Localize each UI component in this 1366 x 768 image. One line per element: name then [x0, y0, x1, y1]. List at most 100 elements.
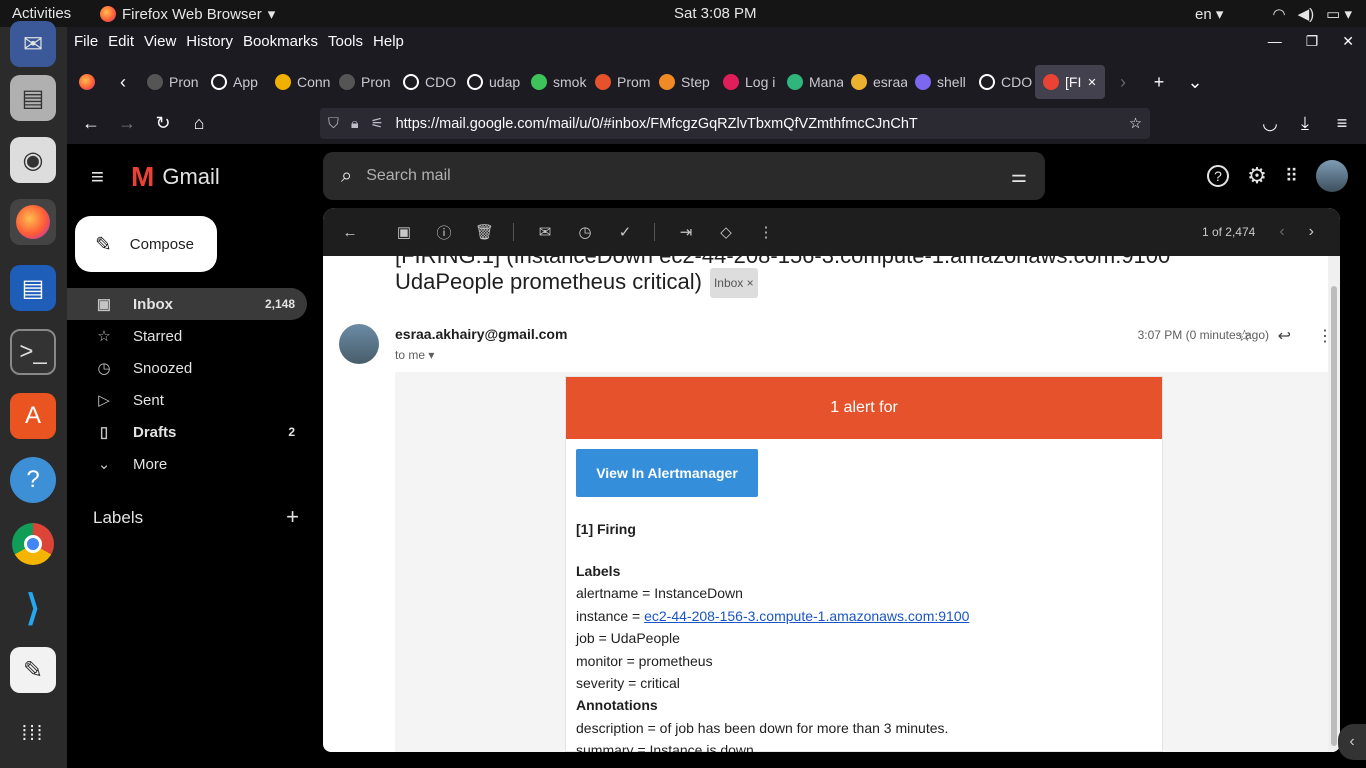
- newer-chevron-icon[interactable]: ‹: [1279, 223, 1284, 241]
- menu-history[interactable]: History: [186, 33, 233, 50]
- message-scrollbar[interactable]: [1328, 256, 1340, 752]
- browser-tab[interactable]: [FI ✕: [1035, 65, 1105, 99]
- browser-tab[interactable]: Log i: [715, 65, 779, 99]
- archive-icon[interactable]: ▣: [395, 223, 413, 241]
- nav-snoozed[interactable]: ◷ Snoozed: [67, 352, 307, 384]
- help-icon[interactable]: ?: [10, 457, 56, 503]
- home-icon[interactable]: ⌂: [181, 108, 217, 138]
- rhythmbox-icon[interactable]: ◉: [10, 137, 56, 183]
- nav-sent[interactable]: ▷ Sent: [67, 384, 307, 416]
- browser-tab[interactable]: udap: [459, 65, 523, 99]
- software-center-icon[interactable]: A: [10, 393, 56, 439]
- sender-email[interactable]: esraa.akhairy@gmail.com: [395, 326, 567, 342]
- system-tray[interactable]: ◠ ◀) ▭ ▾: [1273, 5, 1353, 23]
- snooze-icon[interactable]: ◷: [576, 223, 594, 241]
- browser-tab[interactable]: esraa: [843, 65, 907, 99]
- app-menu-icon[interactable]: ≡: [1324, 108, 1360, 138]
- reload-icon[interactable]: ↻: [145, 108, 181, 138]
- firefox-dock-icon[interactable]: [10, 199, 56, 245]
- close-icon[interactable]: ✕: [1342, 33, 1354, 50]
- downloads-icon[interactable]: ⤓: [1287, 108, 1323, 138]
- more-options-icon[interactable]: ⋮: [757, 223, 775, 241]
- mail-client-icon[interactable]: ✉: [10, 21, 56, 67]
- app-menu[interactable]: Firefox Web Browser ▾: [100, 5, 275, 23]
- browser-tab[interactable]: Conn: [267, 65, 331, 99]
- browser-tab[interactable]: CDO: [395, 65, 459, 99]
- language-indicator[interactable]: en ▾: [1195, 5, 1223, 23]
- bookmark-star-icon[interactable]: ☆: [1129, 116, 1142, 132]
- support-icon[interactable]: ?: [1207, 165, 1230, 187]
- add-task-icon[interactable]: ✓: [616, 223, 634, 241]
- browser-tab[interactable]: Pron: [331, 65, 395, 99]
- apps-grid-icon[interactable]: ⠿: [1285, 166, 1298, 187]
- scrollbar-thumb[interactable]: [1331, 286, 1337, 746]
- recipient-details[interactable]: to me ▾: [395, 348, 434, 362]
- browser-tab[interactable]: Mana: [779, 65, 843, 99]
- url-text[interactable]: https://mail.google.com/mail/u/0/#inbox/…: [396, 116, 918, 132]
- account-avatar[interactable]: [1316, 160, 1348, 192]
- browser-tab[interactable]: Step: [651, 65, 715, 99]
- menu-file[interactable]: File: [74, 33, 98, 50]
- instance-link[interactable]: ec2-44-208-156-3.compute-1.amazonaws.com…: [644, 608, 969, 624]
- tab-scroll-left-icon[interactable]: ‹: [107, 67, 139, 97]
- menu-bookmarks[interactable]: Bookmarks: [243, 33, 318, 50]
- writer-icon[interactable]: ▤: [10, 265, 56, 311]
- menu-help[interactable]: Help: [373, 33, 404, 50]
- tab-scroll-right-icon[interactable]: ›: [1105, 67, 1141, 97]
- files-icon[interactable]: ▤: [10, 75, 56, 121]
- older-chevron-icon[interactable]: ›: [1309, 223, 1314, 241]
- minimize-icon[interactable]: —: [1268, 33, 1282, 50]
- inbox-chip[interactable]: Inbox ×: [709, 268, 758, 299]
- back-icon[interactable]: ←: [73, 108, 109, 138]
- report-spam-icon[interactable]: ⓘ: [435, 222, 453, 243]
- maximize-icon[interactable]: ❐: [1306, 33, 1319, 50]
- menu-tools[interactable]: Tools: [328, 33, 363, 50]
- browser-tab[interactable]: CDO: [971, 65, 1035, 99]
- add-label-icon[interactable]: +: [286, 506, 299, 528]
- browser-tab[interactable]: Pron: [139, 65, 203, 99]
- search-bar[interactable]: ⌕ Search mail ⚌: [323, 152, 1045, 200]
- browser-tab[interactable]: smok: [523, 65, 587, 99]
- nav-starred[interactable]: ☆ Starred: [67, 320, 307, 352]
- reply-icon[interactable]: ↩: [1278, 326, 1291, 346]
- pocket-icon[interactable]: ◡: [1252, 108, 1288, 138]
- menu-edit[interactable]: Edit: [108, 33, 134, 50]
- chrome-icon[interactable]: [10, 521, 56, 567]
- terminal-icon[interactable]: >_: [10, 329, 56, 375]
- url-bar[interactable]: ⛉ 🔒︎ ⚟ https://mail.google.com/mail/u/0/…: [320, 108, 1150, 139]
- forward-icon[interactable]: →: [109, 108, 145, 138]
- browser-tab[interactable]: Prom: [587, 65, 651, 99]
- nav-drafts[interactable]: ▯ Drafts 2: [67, 416, 307, 448]
- permissions-icon[interactable]: ⚟: [371, 116, 384, 132]
- firefox-view-icon[interactable]: [67, 67, 107, 97]
- browser-tab[interactable]: App: [203, 65, 267, 99]
- search-options-icon[interactable]: ⚌: [1011, 166, 1027, 187]
- search-input[interactable]: Search mail: [366, 167, 450, 185]
- nav-inbox[interactable]: ▣ Inbox 2,148: [67, 288, 307, 320]
- main-menu-icon[interactable]: ≡: [91, 164, 104, 190]
- lock-icon[interactable]: 🔒︎: [351, 116, 359, 132]
- shield-icon[interactable]: ⛉: [328, 116, 339, 132]
- sender-avatar[interactable]: [339, 324, 379, 364]
- view-in-alertmanager-button[interactable]: View In Alertmanager: [576, 449, 758, 497]
- search-icon[interactable]: ⌕: [341, 165, 352, 188]
- label-icon[interactable]: ◇: [717, 223, 735, 241]
- mark-unread-icon[interactable]: ✉: [536, 223, 554, 241]
- compose-button[interactable]: ✎ Compose: [75, 216, 217, 272]
- gmail-logo[interactable]: M Gmail: [131, 161, 220, 193]
- browser-tab[interactable]: shell: [907, 65, 971, 99]
- menu-view[interactable]: View: [144, 33, 176, 50]
- side-panel-toggle-icon[interactable]: ‹: [1338, 724, 1366, 760]
- nav-more[interactable]: ⌄ More: [67, 448, 307, 480]
- text-editor-icon[interactable]: ✎: [10, 647, 56, 693]
- activities-button[interactable]: Activities: [12, 5, 71, 22]
- clock[interactable]: Sat 3:08 PM: [674, 5, 757, 22]
- vscode-icon[interactable]: ⟩: [10, 585, 56, 631]
- star-icon[interactable]: ☆: [1237, 326, 1251, 346]
- delete-icon[interactable]: 🗑︎: [475, 223, 494, 241]
- move-to-icon[interactable]: ⇥: [677, 223, 695, 241]
- settings-gear-icon[interactable]: ⚙: [1247, 163, 1267, 189]
- back-to-inbox-icon[interactable]: ←: [341, 224, 359, 241]
- list-all-tabs-icon[interactable]: ⌄: [1177, 67, 1213, 97]
- close-tab-icon[interactable]: ✕: [1087, 76, 1096, 89]
